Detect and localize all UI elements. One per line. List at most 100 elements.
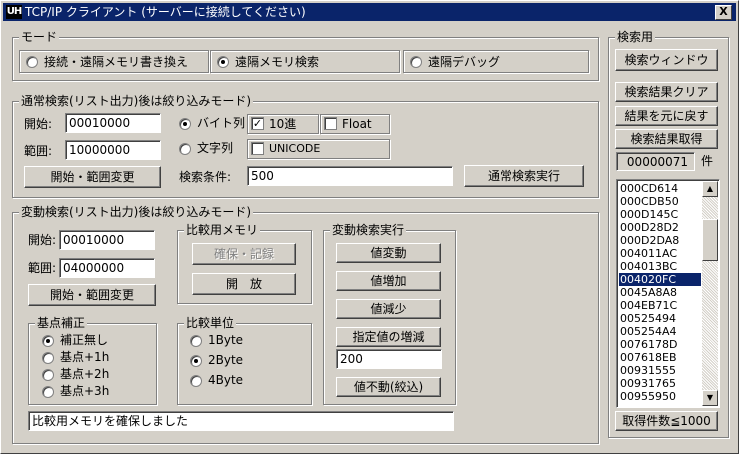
byte-radio[interactable]	[179, 118, 191, 130]
base-label-none: 補正無し	[60, 333, 109, 347]
results-listbox[interactable]: 000CD614 000CDB50 000D145C 000D28D2 000D2DA8…	[616, 179, 720, 408]
result-list-item[interactable]: 004013BC	[619, 260, 701, 273]
variable-exec-label: 変動検索実行	[330, 223, 407, 237]
reserve-record-button[interactable]: 確保・記録	[192, 243, 296, 265]
delta-button[interactable]: 指定値の増減	[336, 327, 441, 347]
result-list-item[interactable]: 000CD614	[619, 182, 701, 195]
result-list-item[interactable]: 004020FC	[619, 273, 701, 286]
decimal-checkbox[interactable]: ✓	[251, 117, 264, 130]
float-option[interactable]: Float	[320, 114, 390, 134]
float-checkbox[interactable]	[324, 117, 337, 130]
unicode-option[interactable]: UNICODE	[247, 139, 390, 159]
mode-group-label: モード	[19, 30, 60, 44]
unit-radio-1byte[interactable]	[190, 335, 202, 347]
decimal-option[interactable]: ✓ 10進	[247, 114, 319, 134]
mode-label-search: 遠隔メモリ検索	[235, 55, 320, 69]
normal-change-range-button[interactable]: 開始・範囲変更	[24, 166, 161, 188]
value-changed-button[interactable]: 値変動	[336, 243, 441, 263]
fetch-results-button[interactable]: 検索結果取得	[615, 129, 718, 149]
variable-change-range-button[interactable]: 開始・範囲変更	[28, 284, 156, 306]
variable-exec-group: 変動検索実行 値変動 値増加 値減少 指定値の増減 200 値不動(絞込)	[323, 223, 456, 405]
status-field: 比較用メモリを確保しました	[28, 411, 454, 431]
normal-search-group: 通常検索(リスト出力)後は絞り込みモード) 開始: 00010000 範囲: 1…	[12, 94, 599, 198]
normal-range-input[interactable]: 10000000	[65, 140, 161, 160]
result-list-item[interactable]: 004EB71C	[619, 299, 701, 312]
string-label: 文字列	[197, 141, 234, 155]
unicode-label: UNICODE	[269, 142, 321, 155]
normal-search-exec-button[interactable]: 通常検索実行	[464, 165, 584, 187]
result-list-item[interactable]: 004011AC	[619, 247, 701, 260]
base-correction-group: 基点補正 補正無し 基点+1h 基点+2h 基点+3h	[28, 316, 157, 405]
variable-search-label: 変動検索(リスト出力)後は絞り込みモード)	[19, 205, 254, 219]
mode-group: モード 接続・遠隔メモリ書き換え 遠隔メモリ検索 遠隔デバッグ	[12, 30, 599, 81]
mode-radio-search[interactable]	[217, 56, 229, 68]
value-decreased-button[interactable]: 値減少	[336, 299, 441, 319]
unit-label-1byte: 1Byte	[208, 333, 244, 347]
variable-search-group: 変動検索(リスト出力)後は絞り込みモード) 開始: 00010000 範囲: 0…	[12, 205, 599, 444]
result-list-item[interactable]: 0045A8A8	[619, 286, 701, 299]
mode-radio-debug[interactable]	[410, 56, 422, 68]
scroll-thumb[interactable]	[702, 219, 718, 261]
string-radio[interactable]	[179, 143, 191, 155]
result-list-item[interactable]: 00525494	[619, 312, 701, 325]
result-list-item[interactable]: 005254A4	[619, 325, 701, 338]
result-list-item[interactable]: 000CDB50	[619, 195, 701, 208]
clear-results-button[interactable]: 検索結果クリア	[615, 82, 718, 102]
result-list-item[interactable]: 007618EB	[619, 351, 701, 364]
result-list-item[interactable]: 00931555	[619, 364, 701, 377]
unit-radio-4byte[interactable]	[190, 375, 202, 387]
result-list-item[interactable]: 0076178D	[619, 338, 701, 351]
result-list-item[interactable]: 00931765	[619, 377, 701, 390]
result-list-item[interactable]: 000D28D2	[619, 221, 701, 234]
unit-label-4byte: 4Byte	[208, 373, 244, 387]
result-list-item[interactable]: 00955950	[619, 390, 701, 403]
app-icon: UH	[6, 5, 22, 19]
result-list-item[interactable]: 000D2DA8	[619, 234, 701, 247]
normal-search-label: 通常検索(リスト出力)後は絞り込みモード)	[19, 94, 254, 108]
normal-start-input[interactable]: 00010000	[65, 113, 161, 133]
unicode-checkbox[interactable]	[251, 142, 264, 155]
scroll-down-arrow-icon[interactable]: ▼	[702, 390, 718, 406]
mode-label-debug: 遠隔デバッグ	[428, 55, 501, 69]
base-radio-2h[interactable]	[42, 369, 54, 381]
restore-results-button[interactable]: 結果を元に戻す	[615, 106, 718, 126]
compare-unit-label: 比較単位	[184, 316, 237, 330]
search-panel-label: 検索用	[615, 30, 656, 44]
scroll-up-arrow-icon[interactable]: ▲	[702, 181, 718, 197]
base-label-1h: 基点+1h	[60, 350, 110, 364]
search-condition-label: 検索条件:	[179, 170, 232, 184]
result-list-item[interactable]: 000D145C	[619, 208, 701, 221]
compare-unit-group: 比較単位 1Byte 2Byte 4Byte	[177, 316, 312, 405]
result-count-unit: 件	[701, 154, 714, 168]
variable-range-label: 範囲:	[28, 261, 57, 275]
mode-radio-connect[interactable]	[26, 56, 38, 68]
variable-range-input[interactable]: 04000000	[59, 258, 155, 278]
mode-option-debug[interactable]: 遠隔デバッグ	[403, 50, 589, 73]
mode-option-search[interactable]: 遠隔メモリ検索	[210, 50, 400, 73]
value-unchanged-button[interactable]: 値不動(絞込)	[336, 377, 441, 397]
mode-option-connect[interactable]: 接続・遠隔メモリ書き換え	[19, 50, 209, 73]
value-increased-button[interactable]: 値増加	[336, 271, 441, 291]
base-label-2h: 基点+2h	[60, 367, 110, 381]
results-scrollbar[interactable]: ▲ ▼	[702, 181, 718, 406]
base-radio-1h[interactable]	[42, 352, 54, 364]
float-label: Float	[342, 117, 372, 131]
fetch-limit-button[interactable]: 取得件数≦1000	[615, 411, 718, 431]
result-count-field: 00000071	[616, 152, 695, 171]
close-button[interactable]: X	[715, 5, 732, 20]
release-button[interactable]: 開 放	[192, 273, 296, 295]
base-radio-3h[interactable]	[42, 386, 54, 398]
base-radio-none[interactable]	[42, 335, 54, 347]
normal-range-label: 範囲:	[24, 144, 53, 158]
unit-radio-2byte[interactable]	[190, 355, 202, 367]
decimal-label: 10進	[269, 117, 297, 131]
search-window-button[interactable]: 検索ウィンドウ	[615, 49, 718, 71]
delta-input[interactable]: 200	[336, 349, 442, 369]
normal-start-label: 開始:	[24, 117, 53, 131]
main-window: UH TCP/IP クライアント (サーバーに接続してください) X モード 接…	[0, 0, 739, 454]
title-bar: UH TCP/IP クライアント (サーバーに接続してください) X	[3, 3, 736, 21]
search-condition-input[interactable]: 500	[247, 166, 453, 186]
variable-start-input[interactable]: 00010000	[59, 230, 155, 250]
mode-label-connect: 接続・遠隔メモリ書き換え	[44, 55, 189, 69]
compare-memory-label: 比較用メモリ	[184, 223, 261, 237]
